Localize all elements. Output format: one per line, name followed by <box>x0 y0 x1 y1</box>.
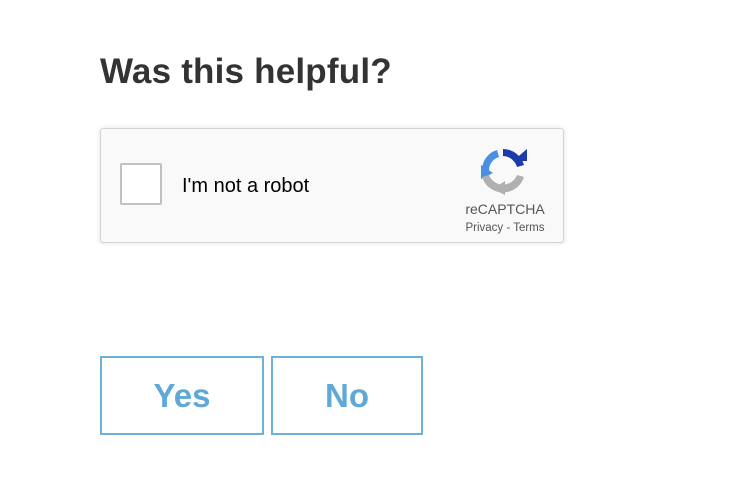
terms-link[interactable]: Terms <box>513 222 544 234</box>
yes-button[interactable]: Yes <box>100 356 264 435</box>
no-button[interactable]: No <box>271 356 423 435</box>
recaptcha-logo-icon <box>481 149 527 195</box>
feedback-heading: Was this helpful? <box>100 52 392 91</box>
links-separator: - <box>503 222 514 234</box>
privacy-link[interactable]: Privacy <box>465 222 503 234</box>
recaptcha-links: Privacy - Terms <box>437 222 573 234</box>
recaptcha-widget: I'm not a robot reCAPTCHA Privacy - Term… <box>100 128 564 243</box>
recaptcha-checkbox-label: I'm not a robot <box>182 175 310 197</box>
recaptcha-checkbox[interactable] <box>120 163 162 205</box>
recaptcha-brand: reCAPTCHA <box>465 201 545 217</box>
feedback-page: Was this helpful? I'm not a robot reCAPT… <box>0 0 750 502</box>
